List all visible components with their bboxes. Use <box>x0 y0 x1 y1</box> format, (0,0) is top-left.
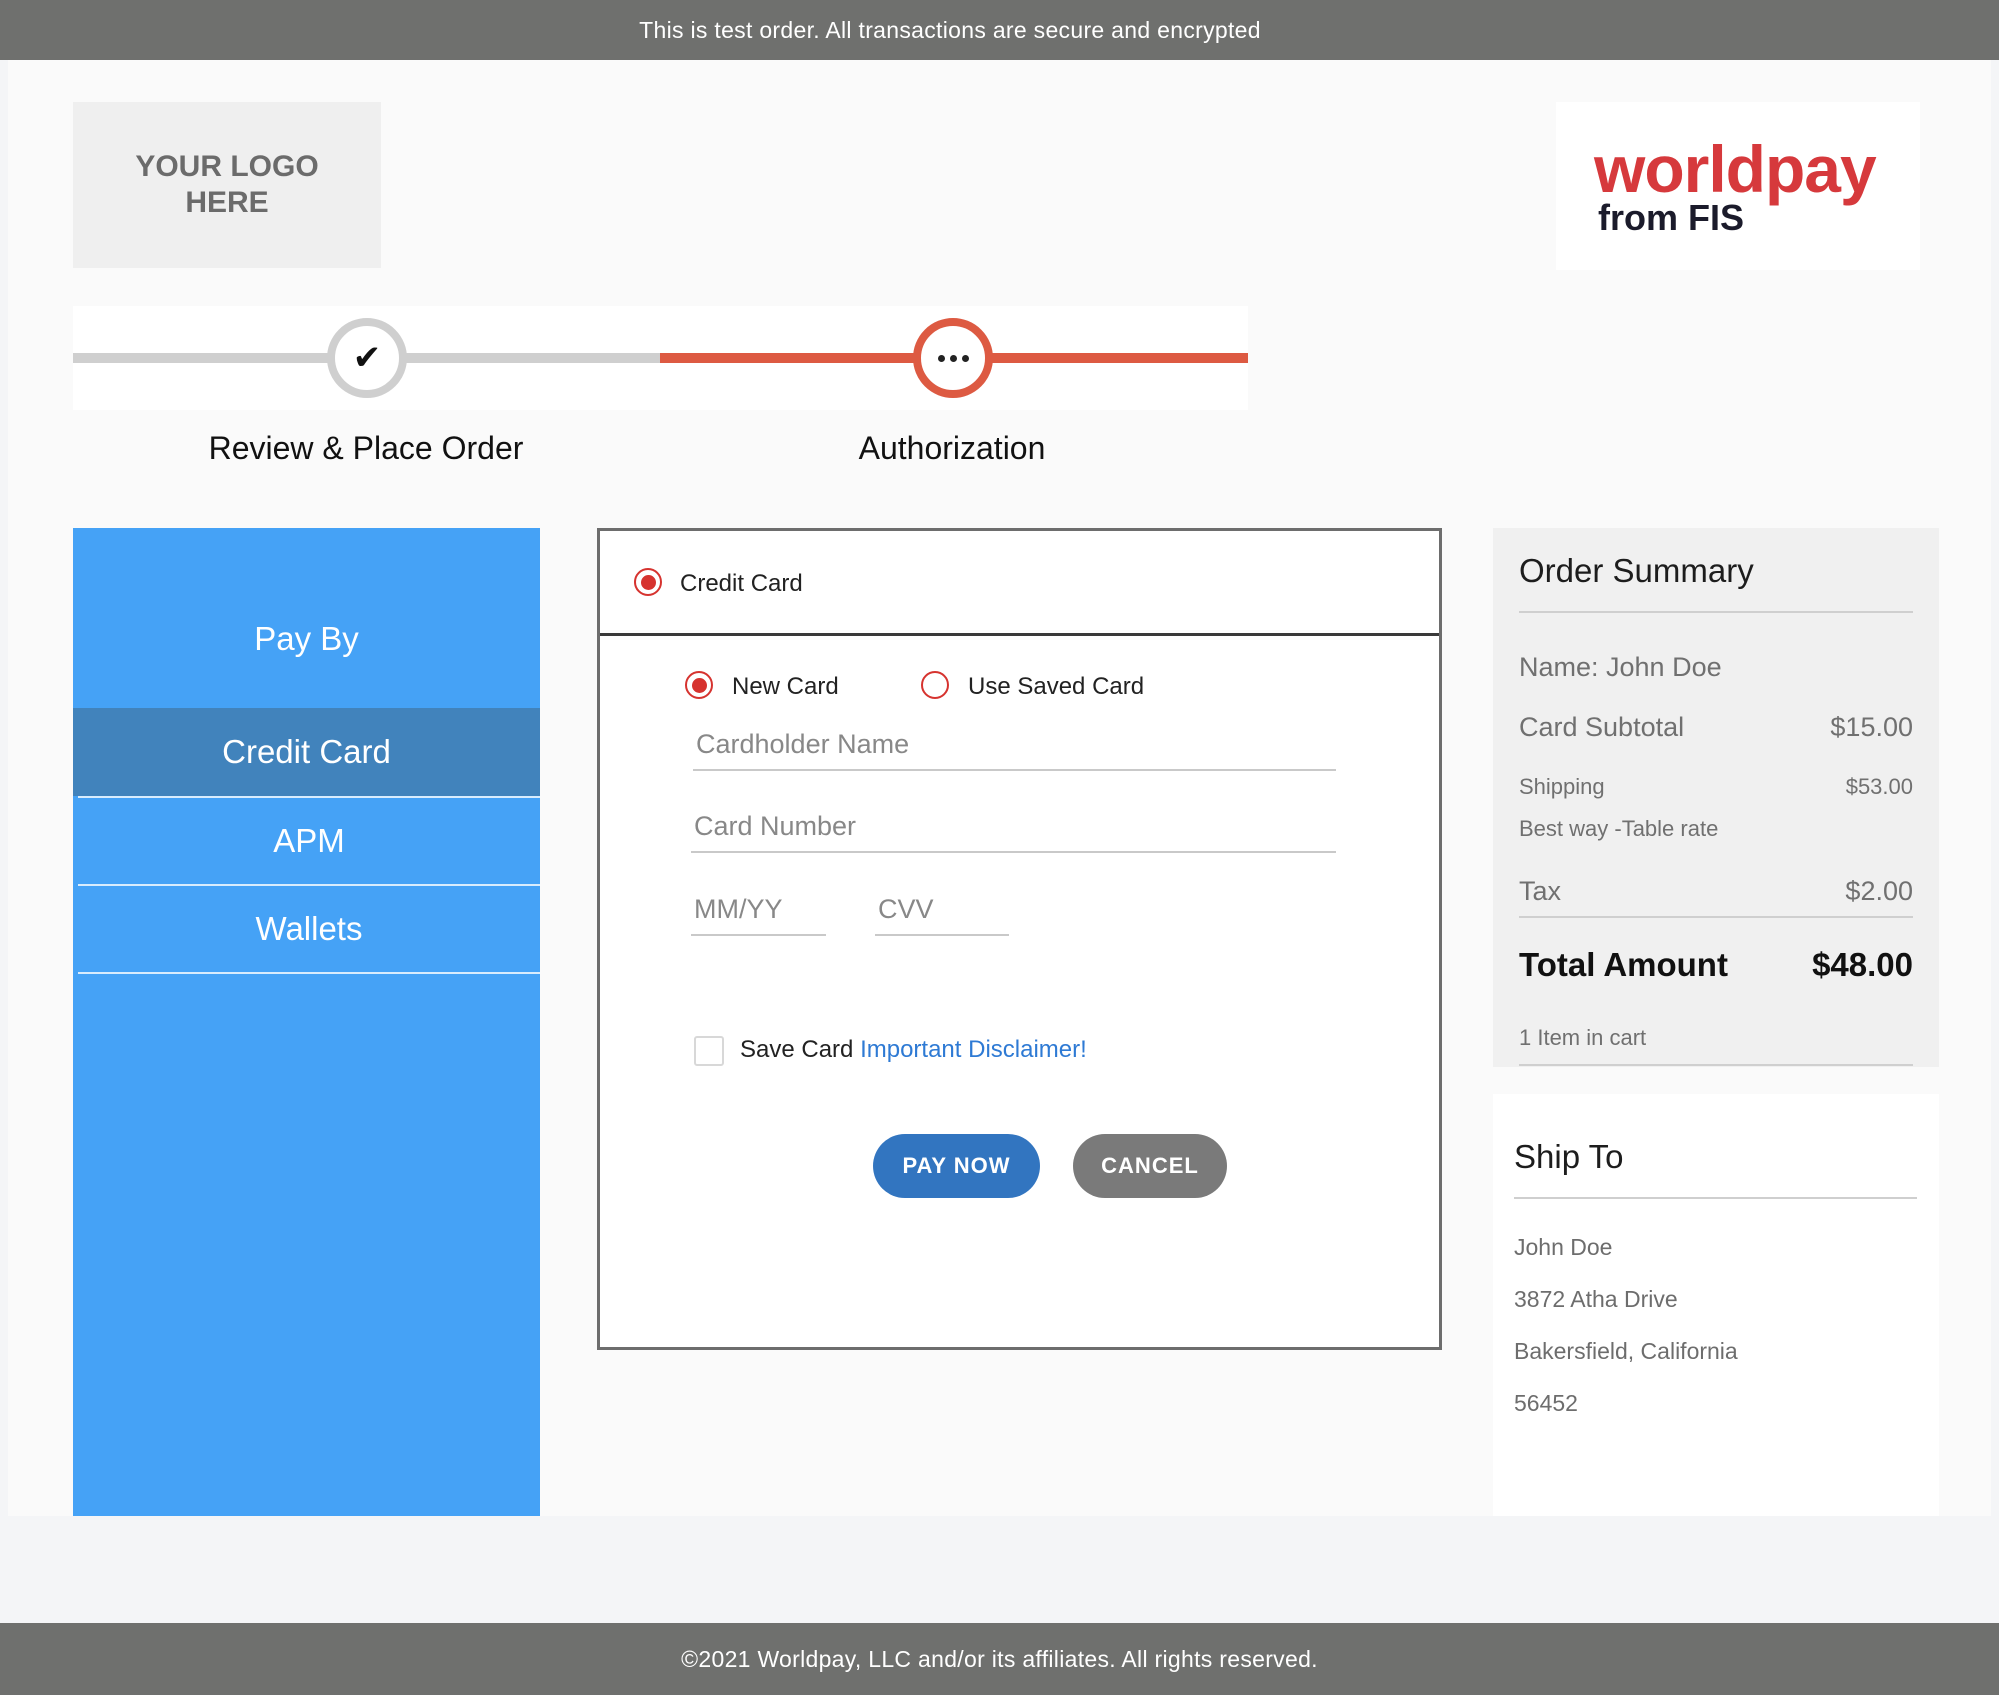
card-subtotal-value: $15.00 <box>1830 712 1913 742</box>
divider <box>1514 1197 1917 1199</box>
use-saved-card-label: Use Saved Card <box>968 673 1145 700</box>
sidebar-item-credit-card[interactable]: Credit Card <box>73 708 540 798</box>
customer-name: Name: John Doe <box>1519 652 1722 682</box>
shipping-label: Shipping <box>1519 774 1605 799</box>
order-summary-panel: Order Summary Name: John Doe Card Subtot… <box>1493 528 1939 1067</box>
brand-logo-word: worldpay <box>1594 132 1877 206</box>
save-card-text: Save Card <box>740 1036 854 1063</box>
sidebar-item-wallets[interactable]: Wallets <box>78 886 540 974</box>
ship-to-name: John Doe <box>1514 1234 1613 1260</box>
use-saved-card-radio[interactable] <box>921 671 949 699</box>
check-icon: ✔ <box>327 318 407 398</box>
ship-to-zip: 56452 <box>1514 1390 1578 1416</box>
cancel-button[interactable]: CANCEL <box>1073 1134 1227 1198</box>
progress-stepper: ✔ <box>73 306 1248 410</box>
pay-now-button[interactable]: PAY NOW <box>873 1134 1040 1198</box>
new-card-label: New Card <box>732 673 839 700</box>
sidebar-item-label: Wallets <box>255 910 363 947</box>
merchant-logo-placeholder: YOUR LOGO HERE <box>73 102 381 268</box>
expiry-input[interactable] <box>691 864 826 936</box>
shipping-method: Best way -Table rate <box>1519 816 1719 841</box>
items-in-cart: 1 Item in cart <box>1519 1025 1647 1050</box>
payment-method-header: Credit Card <box>600 531 1439 636</box>
cvv-input[interactable] <box>875 864 1009 936</box>
ellipsis-icon <box>913 318 993 398</box>
test-order-banner: This is test order. All transactions are… <box>0 0 1999 60</box>
divider <box>1519 1064 1913 1066</box>
sidebar-item-apm[interactable]: APM <box>78 798 540 886</box>
sidebar-item-label: Credit Card <box>222 733 391 770</box>
ship-to-title: Ship To <box>1514 1138 1624 1175</box>
step-authorization-label: Authorization <box>858 430 1046 466</box>
credit-card-form: Credit Card New Card Use Saved Card Save… <box>597 528 1442 1350</box>
sidebar-item-label: APM <box>273 822 345 859</box>
credit-card-radio[interactable] <box>634 568 662 596</box>
divider <box>1519 611 1913 613</box>
shipping-value: $53.00 <box>1845 774 1913 799</box>
divider <box>1519 916 1913 918</box>
pay-by-title: Pay By <box>254 620 359 657</box>
ship-to-panel: Ship To John Doe 3872 Atha Drive Bakersf… <box>1493 1094 1939 1516</box>
cardholder-name-input[interactable] <box>693 699 1336 771</box>
card-subtotal-label: Card Subtotal <box>1519 712 1685 742</box>
new-card-radio[interactable] <box>685 671 713 699</box>
ship-to-city-state: Bakersfield, California <box>1514 1338 1738 1364</box>
footer: ©2021 Worldpay, LLC and/or its affiliate… <box>0 1623 1999 1695</box>
tax-value: $2.00 <box>1845 876 1913 906</box>
total-amount-value: $48.00 <box>1812 946 1913 983</box>
footer-copyright: ©2021 Worldpay, LLC and/or its affiliate… <box>681 1645 1318 1672</box>
banner-text: This is test order. All transactions are… <box>639 16 1261 43</box>
credit-card-radio-label: Credit Card <box>680 570 803 597</box>
ship-to-street: 3872 Atha Drive <box>1514 1286 1678 1312</box>
brand-logo-sub: from FIS <box>1598 197 1745 238</box>
logo-placeholder-text: YOUR LOGO HERE <box>135 150 319 219</box>
worldpay-logo: worldpay from FIS <box>1556 102 1920 270</box>
tax-label: Tax <box>1519 876 1562 906</box>
card-number-input[interactable] <box>691 781 1336 853</box>
save-card-label: Save Card Important Disclaimer! <box>740 1036 1087 1064</box>
save-card-checkbox[interactable] <box>694 1036 724 1066</box>
total-amount-label: Total Amount <box>1519 946 1728 983</box>
order-summary-title: Order Summary <box>1519 552 1754 589</box>
step-review-label: Review & Place Order <box>208 430 524 466</box>
pay-by-sidebar: Pay By Credit Card APM Wallets <box>73 528 540 1516</box>
important-disclaimer-link[interactable]: Important Disclaimer! <box>860 1036 1087 1063</box>
